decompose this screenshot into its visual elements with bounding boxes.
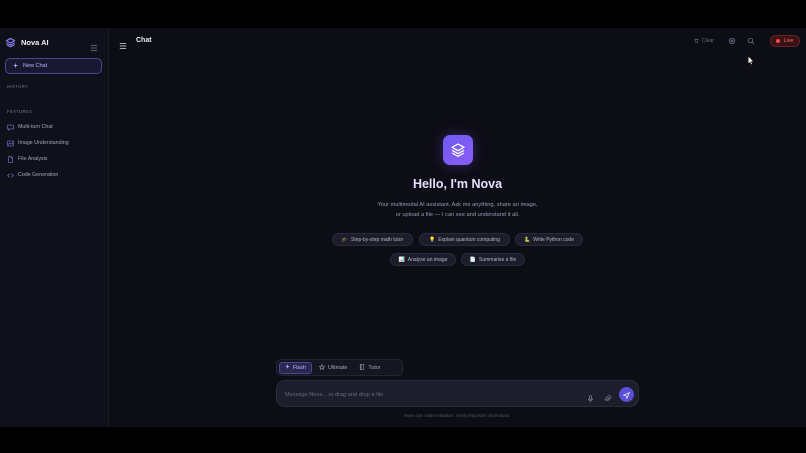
mouse-cursor-icon — [748, 52, 754, 70]
nova-logo-icon — [443, 135, 473, 165]
plus-icon — [13, 63, 18, 70]
feature-item-file-analysis[interactable]: File Analysis — [7, 154, 47, 164]
message-composer — [276, 380, 639, 407]
suggestion-chip[interactable]: 📊 Analyse an image — [390, 253, 456, 266]
app-window: Nova AI New Chat HISTORY FEATURES Multi-… — [0, 28, 806, 427]
document-icon: 📄 — [469, 256, 476, 263]
star-icon — [318, 363, 326, 372]
chat-icon — [7, 124, 14, 131]
greeting-subtitle-line: Your multimodal AI assistant. Ask me any… — [377, 202, 538, 208]
sidebar-toggle-icon[interactable] — [90, 39, 98, 51]
book-icon — [359, 363, 365, 372]
chat-main: Chat Clear Live Hello, I'm Nova Your mul… — [109, 28, 806, 427]
trash-icon — [694, 38, 699, 45]
feature-item-code-generation[interactable]: Code Generation — [7, 170, 58, 180]
greeting-subtitle: Your multimodal AI assistant. Ask me any… — [109, 200, 806, 220]
mode-label: Ultimate — [327, 364, 348, 371]
new-chat-button[interactable]: New Chat — [5, 58, 102, 74]
greeting-subtitle-line: or upload a file — I can see and underst… — [395, 212, 520, 218]
live-badge[interactable]: Live — [770, 35, 800, 47]
mode-tab-ultimate[interactable]: Ultimate — [314, 362, 352, 374]
features-section-label: FEATURES — [7, 109, 33, 114]
menu-icon[interactable] — [119, 37, 127, 55]
suggestion-chip[interactable]: 🐍 Write Python code — [515, 233, 583, 246]
feature-item-multi-turn-chat[interactable]: Multi-turn Chat — [7, 122, 53, 132]
code-icon — [7, 172, 14, 179]
feature-label: Multi-turn Chat — [18, 124, 53, 130]
suggestion-chip[interactable]: 🎓 Step-by-step math tutor — [332, 233, 413, 246]
suggestion-chip[interactable]: 📄 Summarise a file — [461, 253, 525, 266]
mode-label: Tutor — [368, 364, 381, 371]
sidebar: Nova AI New Chat HISTORY FEATURES Multi-… — [0, 28, 109, 427]
history-section-label: HISTORY — [7, 84, 29, 89]
page-title: Chat — [136, 37, 152, 44]
layers-logo-icon — [5, 37, 16, 48]
feature-label: Image Understanding — [18, 140, 69, 146]
message-input[interactable] — [285, 389, 575, 400]
clear-button[interactable]: Clear — [694, 36, 714, 46]
microphone-icon[interactable] — [587, 390, 594, 408]
brand-name: Nova AI — [21, 38, 49, 47]
suggestion-label: Summarise a file — [479, 256, 517, 263]
waveform-icon — [747, 32, 755, 50]
suggestion-chip[interactable]: 💡 Explain quantum computing — [419, 233, 510, 246]
brand: Nova AI — [5, 37, 49, 48]
chart-icon: 📊 — [398, 256, 405, 263]
feature-label: File Analysis — [18, 156, 48, 162]
live-label: Live — [783, 38, 794, 44]
live-dot-icon — [776, 39, 781, 43]
gear-icon — [728, 32, 736, 50]
send-icon — [622, 386, 630, 404]
clear-label: Clear — [702, 38, 714, 44]
suggestion-label: Explain quantum computing — [438, 236, 500, 243]
feature-item-image-understanding[interactable]: Image Understanding — [7, 138, 69, 148]
sparkle-icon — [285, 364, 290, 371]
suggestion-label: Write Python code — [533, 236, 574, 243]
voice-button[interactable] — [745, 35, 757, 47]
top-bar: Chat Clear Live — [109, 28, 806, 52]
feature-label: Code Generation — [18, 172, 59, 178]
greeting-title: Hello, I'm Nova — [412, 177, 503, 191]
mode-selector: Flash Ultimate Tutor — [276, 359, 403, 376]
mode-tab-tutor[interactable]: Tutor — [354, 362, 385, 374]
image-icon — [7, 140, 14, 147]
lightbulb-icon: 💡 — [429, 236, 436, 243]
mode-tab-flash[interactable]: Flash — [279, 361, 312, 374]
new-chat-label: New Chat — [23, 63, 48, 69]
paperclip-icon[interactable] — [604, 390, 611, 408]
mode-label: Flash — [293, 364, 306, 371]
snake-icon: 🐍 — [524, 236, 531, 243]
suggestion-label: Analyse an image — [407, 256, 448, 263]
disclaimer-text: Nova can make mistakes. Verify important… — [404, 413, 511, 418]
settings-button[interactable] — [726, 35, 738, 47]
graduation-cap-icon: 🎓 — [341, 236, 348, 243]
suggestion-label: Step-by-step math tutor — [350, 236, 404, 243]
file-icon — [7, 155, 14, 163]
send-button[interactable] — [619, 387, 634, 402]
